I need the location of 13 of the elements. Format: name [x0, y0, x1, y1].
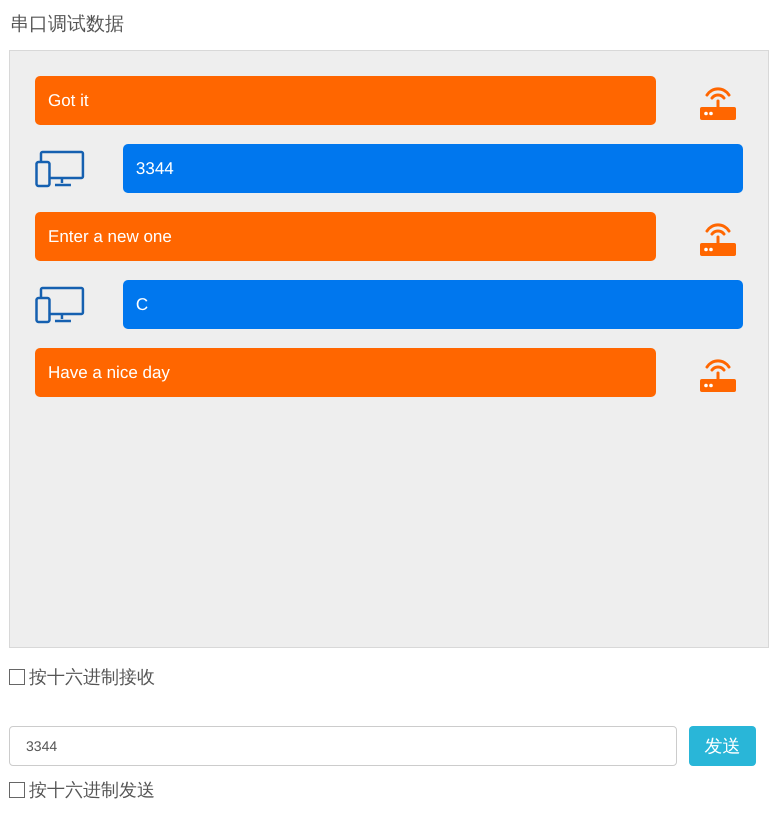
message-bubble: Enter a new one	[35, 212, 656, 261]
message-bubble: C	[122, 280, 743, 329]
checkbox[interactable]	[9, 669, 25, 685]
checkbox-label: 按十六进制接收	[29, 666, 155, 689]
checkbox-label: 按十六进制发送	[29, 779, 155, 802]
message-bubble: 3344	[122, 144, 743, 193]
computer-icon	[35, 286, 85, 324]
message-bubble: Got it	[35, 76, 656, 125]
message-bubble: Have a nice day	[35, 348, 656, 397]
checkbox[interactable]	[9, 782, 25, 798]
computer-icon	[35, 150, 85, 188]
section-title: 串口调试数据	[10, 13, 125, 37]
input-field[interactable]: 3344	[9, 726, 677, 766]
